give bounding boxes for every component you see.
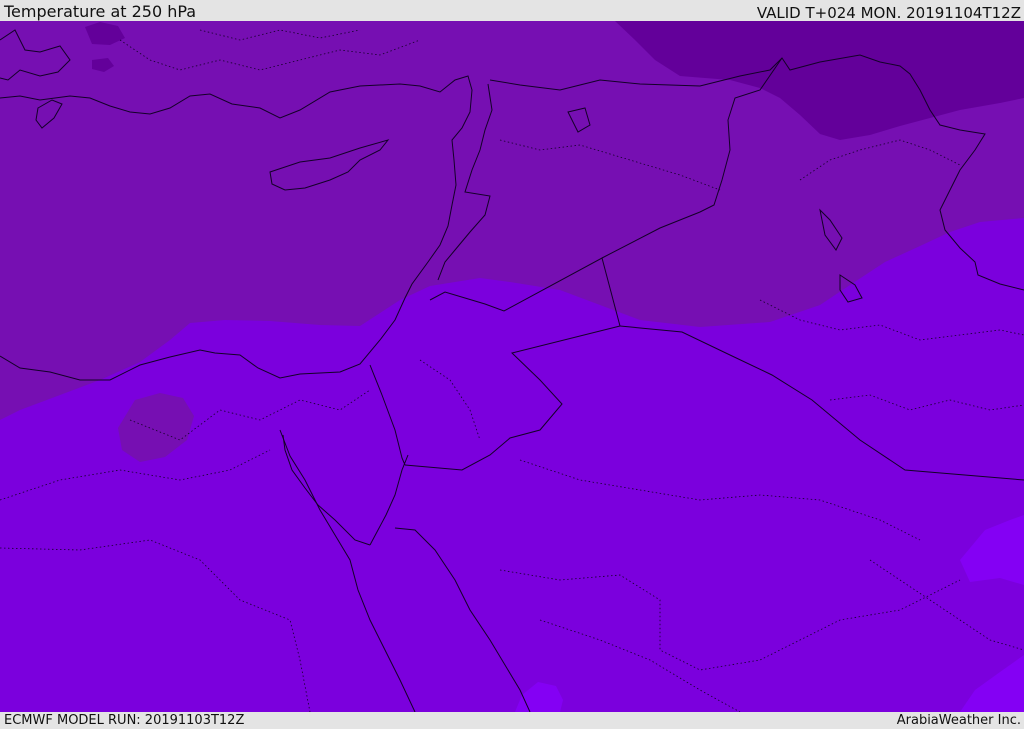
credit-label: ArabiaWeather Inc.	[896, 713, 1021, 728]
model-run-label: ECMWF MODEL RUN: 20191103T12Z	[4, 713, 245, 728]
valid-time-label: VALID T+024 MON. 20191104T12Z	[756, 4, 1021, 22]
map-footer: ECMWF MODEL RUN: 20191103T12Z ArabiaWeat…	[0, 712, 1024, 729]
temperature-map[interactable]	[0, 21, 1024, 712]
map-canvas	[0, 21, 1024, 712]
map-title: Temperature at 250 hPa	[4, 2, 197, 21]
map-header: Temperature at 250 hPa VALID T+024 MON. …	[0, 0, 1024, 22]
